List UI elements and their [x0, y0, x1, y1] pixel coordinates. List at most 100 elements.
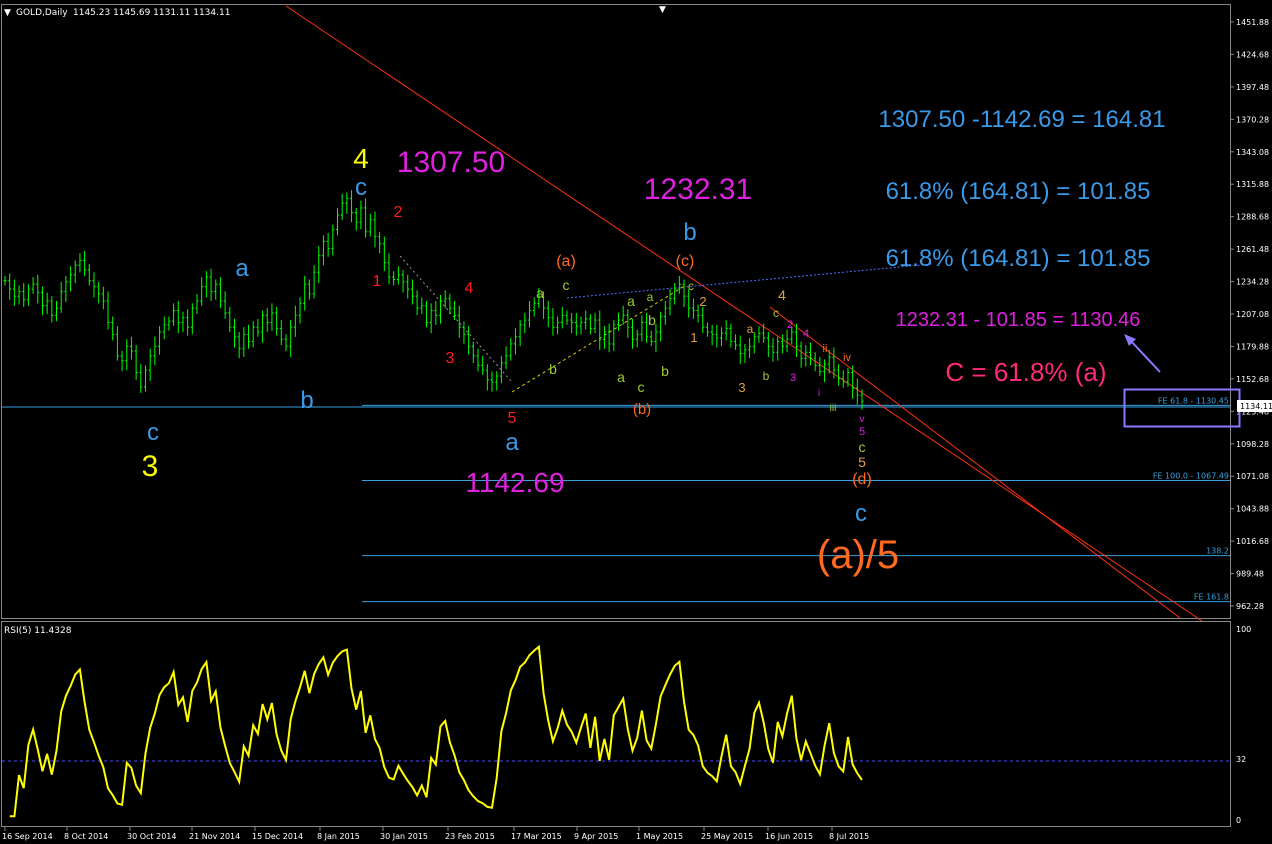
price-tick-label: 1397.48 [1236, 83, 1269, 92]
wave-label: b [300, 387, 313, 414]
wave-label: 2 [394, 204, 403, 221]
ohlc-readout: 1145.23 1145.69 1131.11 1134.11 [73, 8, 230, 18]
wave-label: b [763, 369, 770, 383]
date-tick-label: 30 Jan 2015 [380, 832, 428, 841]
rsi-tick-label: 0 [1236, 816, 1241, 825]
price-tick-label: 1234.28 [1236, 278, 1269, 287]
price-tick-label: 1016.68 [1236, 537, 1269, 546]
wave-label: c [638, 379, 645, 395]
rsi-title: RSI(5) 11.4328 [4, 626, 72, 636]
wave-label: 1307.50 [397, 146, 505, 179]
price-tick-label: 1098.28 [1236, 440, 1269, 449]
date-tick-label: 23 Feb 2015 [445, 832, 495, 841]
fib-level-label: FE 161.8 [1194, 593, 1229, 602]
fib-level-label: 138.2 [1206, 547, 1229, 556]
date-tick-label: 8 Jan 2015 [317, 832, 360, 841]
date-tick-label: 25 May 2015 [701, 832, 753, 841]
wave-label: a [536, 285, 544, 301]
price-tick-label: 1315.88 [1236, 180, 1269, 189]
date-tick-label: 30 Oct 2014 [127, 832, 176, 841]
price-tick-label: 1261.48 [1236, 245, 1269, 254]
wave-label: b [549, 361, 557, 377]
fib-level-label: FE 61.8 - 1130.45 [1158, 396, 1229, 405]
rsi-tick-label: 32 [1236, 755, 1246, 764]
date-tick-label: 21 Nov 2014 [189, 832, 240, 841]
wave-label: 1142.69 [465, 467, 564, 498]
wave-label: (c) [676, 253, 695, 270]
wave-label: ii [823, 343, 828, 355]
date-tick-label: 16 Sep 2014 [2, 832, 53, 841]
wave-label: a [747, 322, 754, 336]
calculation-text: 61.8% (164.81) = 101.85 [886, 245, 1151, 272]
wave-label: v [860, 414, 865, 425]
price-tick-label: 1451.88 [1236, 18, 1269, 27]
date-tick-label: 15 Dec 2014 [252, 832, 303, 841]
wave-label: c [688, 279, 694, 293]
wave-label: iii [830, 403, 837, 414]
chart-area[interactable]: ▼ GOLD,Daily 1145.23 1145.69 1131.11 113… [0, 0, 1272, 844]
calculation-text: C = 61.8% (a) [945, 357, 1106, 387]
wave-label: 1232.31 [644, 173, 752, 206]
wave-label: (a) [556, 253, 576, 270]
wave-label: 5 [859, 426, 865, 438]
price-tick-label: 962.28 [1236, 602, 1264, 611]
date-tick-label: 1 May 2015 [636, 832, 683, 841]
rsi-tick-label: 100 [1236, 625, 1251, 634]
chart-shift-icon[interactable]: ▼ [659, 5, 666, 15]
wave-label: a [647, 290, 654, 304]
wave-label: (d) [852, 471, 872, 488]
wave-label: b [648, 312, 656, 328]
date-tick-label: 8 Jul 2015 [829, 832, 869, 841]
calculation-text: 1232.31 - 101.85 = 1130.46 [896, 309, 1141, 331]
price-tick-label: 1343.08 [1236, 148, 1269, 157]
wave-label: (b) [633, 401, 651, 418]
wave-label: a [235, 255, 249, 282]
wave-label: b [661, 363, 669, 379]
wave-label: 1 [690, 330, 697, 345]
date-tick-label: 9 Apr 2015 [574, 832, 618, 841]
wave-label: a [505, 429, 519, 456]
wave-label: 4 [803, 328, 809, 340]
price-tick-label: 1370.28 [1236, 115, 1269, 124]
price-tick-label: 1071.08 [1236, 472, 1269, 481]
wave-label: 5 [858, 454, 866, 470]
wave-label: 4 [465, 280, 474, 297]
wave-label: 5 [508, 410, 517, 427]
price-tick-label: 1043.88 [1236, 505, 1269, 514]
symbol-label: GOLD,Daily [16, 8, 68, 18]
wave-label: iv [843, 352, 851, 364]
price-tick-label: 1179.88 [1236, 342, 1269, 351]
price-tick-label: 989.48 [1236, 570, 1264, 579]
wave-label: a [627, 293, 635, 309]
wave-label: a [617, 369, 625, 385]
calculation-text: 1307.50 -1142.69 = 164.81 [878, 106, 1165, 133]
price-tick-label: 1288.68 [1236, 213, 1269, 222]
wave-label: c [773, 306, 779, 320]
wave-label: 3 [142, 450, 159, 483]
fib-level-label: FE 100.0 - 1067.49 [1153, 472, 1229, 481]
date-tick-label: 16 Jun 2015 [765, 832, 813, 841]
price-tick-label: 1207.08 [1236, 310, 1269, 319]
wave-label: 3 [446, 350, 455, 367]
wave-label: 4 [778, 287, 786, 303]
wave-label: 3 [738, 380, 745, 395]
wave-label: i [818, 388, 820, 399]
date-tick-label: 8 Oct 2014 [64, 832, 108, 841]
price-tick-label: 1424.68 [1236, 50, 1269, 59]
header-collapse-icon[interactable]: ▼ [4, 8, 11, 18]
wave-label: c [355, 174, 367, 201]
wave-label: 4 [353, 143, 369, 174]
wave-label: 3 [790, 372, 796, 384]
wave-label: 2 [699, 294, 706, 309]
date-tick-label: 17 Mar 2015 [511, 832, 562, 841]
current-price-label: 1134.11 [1240, 402, 1272, 411]
price-tick-label: 1152.68 [1236, 375, 1269, 384]
wave-label: b [683, 219, 696, 246]
wave-label: 1 [373, 273, 382, 290]
wave-label: c [563, 277, 570, 293]
wave-label: c [859, 439, 866, 455]
wave-label: c [147, 419, 159, 446]
wave-label: c [855, 500, 867, 527]
wave-label: 2 [787, 319, 793, 331]
wave-label: (a)/5 [817, 533, 899, 577]
